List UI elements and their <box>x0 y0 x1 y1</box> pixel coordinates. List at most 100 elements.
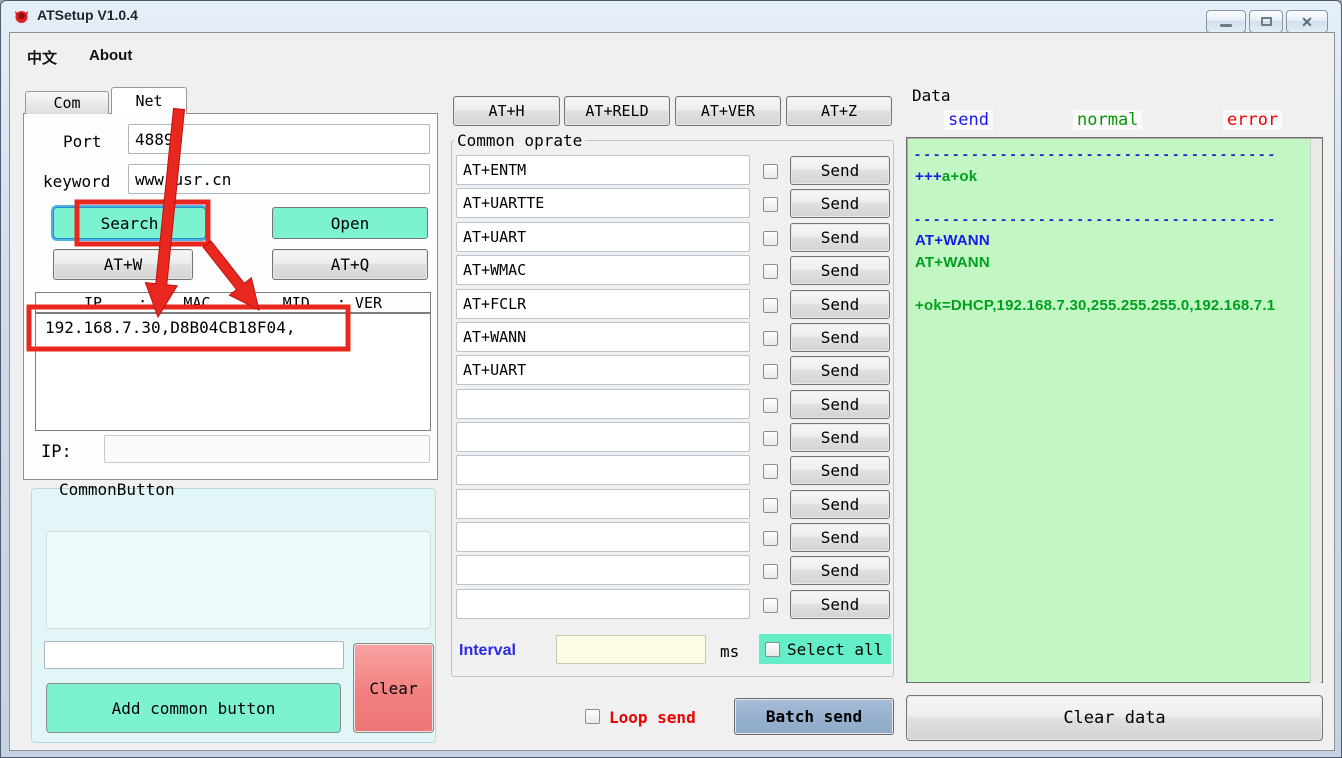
common-button-name-input[interactable] <box>44 641 344 669</box>
row-checkbox[interactable] <box>763 164 778 179</box>
send-button[interactable]: Send <box>790 156 890 185</box>
row-checkbox[interactable] <box>763 298 778 313</box>
row-checkbox[interactable] <box>763 398 778 413</box>
command-input[interactable] <box>456 489 750 519</box>
command-input[interactable] <box>456 455 750 485</box>
send-button[interactable]: Send <box>790 556 890 585</box>
send-button[interactable]: Send <box>790 390 890 419</box>
send-button[interactable]: Send <box>790 189 890 218</box>
title-bar[interactable]: ATSetup V1.0.4 ✕ <box>1 1 1341 32</box>
command-input[interactable] <box>456 522 750 552</box>
atz-button[interactable]: AT+Z <box>786 96 892 126</box>
log-dashed-separator: - - - - - - - - - - - - - - - - - - - - … <box>915 211 1274 228</box>
send-button[interactable]: Send <box>790 456 890 485</box>
window-title: ATSetup V1.0.4 <box>37 7 138 23</box>
ms-label: ms <box>720 642 739 661</box>
interval-label: Interval <box>459 642 516 660</box>
send-button[interactable]: Send <box>790 423 890 452</box>
atw-button[interactable]: AT+W <box>53 249 193 280</box>
row-checkbox[interactable] <box>763 331 778 346</box>
command-input[interactable] <box>456 589 750 619</box>
send-button[interactable]: Send <box>790 356 890 385</box>
send-button[interactable]: Send <box>790 590 890 619</box>
select-all-checkbox[interactable] <box>765 642 780 657</box>
menu-item-language[interactable]: 中文 <box>27 47 57 68</box>
send-button[interactable]: Send <box>790 223 890 252</box>
atq-button[interactable]: AT+Q <box>272 249 428 280</box>
port-label: Port <box>63 132 102 151</box>
row-checkbox[interactable] <box>763 431 778 446</box>
command-input[interactable] <box>456 389 750 419</box>
data-group-title: Data <box>909 86 954 105</box>
ip-input[interactable] <box>104 435 430 463</box>
command-input[interactable] <box>456 422 750 452</box>
command-input[interactable] <box>456 322 750 352</box>
data-log-area[interactable]: - - - - - - - - - - - - - - - - - - - - … <box>906 137 1323 683</box>
close-icon: ✕ <box>1301 15 1313 29</box>
log-send-text: AT+WANN <box>915 232 990 249</box>
keyword-input[interactable] <box>128 164 430 194</box>
keyword-label: keyword <box>43 172 110 191</box>
row-checkbox[interactable] <box>763 264 778 279</box>
close-button[interactable]: ✕ <box>1286 10 1328 33</box>
clear-data-button[interactable]: Clear data <box>906 695 1323 741</box>
log-scrollbar[interactable] <box>1310 139 1321 683</box>
tab-com[interactable]: Com <box>25 91 109 114</box>
row-checkbox[interactable] <box>763 498 778 513</box>
send-button[interactable]: Send <box>790 323 890 352</box>
device-list[interactable]: 192.168.7.30,D8B04CB18F04, <box>35 313 431 431</box>
atver-button[interactable]: AT+VER <box>675 96 781 126</box>
log-normal-text: +ok=DHCP,192.168.7.30,255.255.255.0,192.… <box>915 297 1275 314</box>
maximize-button[interactable] <box>1249 10 1283 33</box>
batch-send-button[interactable]: Batch send <box>734 698 894 735</box>
send-button[interactable]: Send <box>790 256 890 285</box>
command-input[interactable] <box>456 255 750 285</box>
row-checkbox[interactable] <box>763 598 778 613</box>
minimize-button[interactable] <box>1206 10 1246 33</box>
clear-common-button[interactable]: Clear <box>353 643 434 733</box>
atsetup-window: ATSetup V1.0.4 ✕ 中文 About Com Net Port k… <box>0 0 1342 758</box>
command-input[interactable] <box>456 155 750 185</box>
device-list-header: IP : MAC : MID : VER <box>35 292 431 313</box>
select-all-label: Select all <box>787 640 883 659</box>
ath-button[interactable]: AT+H <box>453 96 560 126</box>
tab-net[interactable]: Net <box>111 87 187 114</box>
port-input[interactable] <box>128 124 430 154</box>
command-input[interactable] <box>456 188 750 218</box>
loop-send-label: Loop send <box>609 708 696 727</box>
row-checkbox[interactable] <box>763 364 778 379</box>
data-log: - - - - - - - - - - - - - - - - - - - - … <box>915 144 1305 317</box>
row-checkbox[interactable] <box>763 564 778 579</box>
row-checkbox[interactable] <box>763 464 778 479</box>
command-input[interactable] <box>456 222 750 252</box>
interval-input[interactable] <box>556 635 706 664</box>
row-checkbox[interactable] <box>763 231 778 246</box>
common-button-panel <box>46 531 431 629</box>
add-common-button[interactable]: Add common button <box>46 683 341 733</box>
app-logo-icon <box>12 7 31 26</box>
common-button-group-title: CommonButton <box>59 480 175 499</box>
send-button[interactable]: Send <box>790 290 890 319</box>
ip-label: IP: <box>41 442 72 462</box>
atreld-button[interactable]: AT+RELD <box>564 96 670 126</box>
send-button[interactable]: Send <box>790 490 890 519</box>
open-button[interactable]: Open <box>272 207 428 239</box>
log-send-text: +++ <box>915 168 942 185</box>
command-input[interactable] <box>456 355 750 385</box>
row-checkbox[interactable] <box>763 531 778 546</box>
loop-send-checkbox[interactable] <box>585 709 600 724</box>
command-input[interactable] <box>456 289 750 319</box>
select-all-control[interactable]: Select all <box>759 634 891 664</box>
log-normal-text: AT+WANN <box>915 254 990 271</box>
command-input[interactable] <box>456 555 750 585</box>
menu-item-about[interactable]: About <box>89 47 132 64</box>
send-button[interactable]: Send <box>790 523 890 552</box>
maximize-icon <box>1261 17 1272 26</box>
row-checkbox[interactable] <box>763 197 778 212</box>
minimize-icon <box>1220 24 1232 27</box>
legend-normal: normal <box>1073 110 1142 130</box>
legend-send: send <box>944 110 993 130</box>
legend-error: error <box>1223 110 1282 130</box>
device-list-item[interactable]: 192.168.7.30,D8B04CB18F04, <box>45 318 295 337</box>
search-button[interactable]: Search <box>53 207 206 239</box>
